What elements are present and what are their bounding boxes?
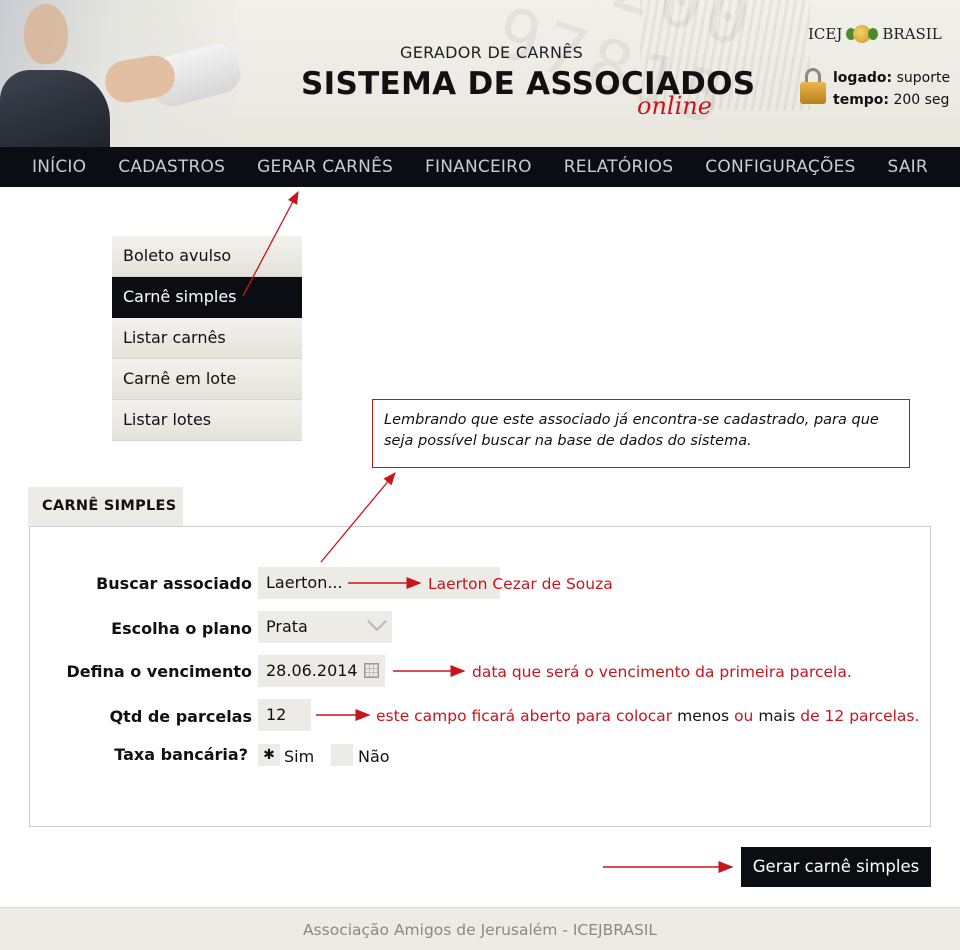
- installments-annotation: este campo ficará aberto para colocar me…: [376, 707, 919, 725]
- submenu-item-listar-carnes[interactable]: Listar carnês: [112, 318, 302, 359]
- session-info: logado: suporte tempo: 200 seg: [833, 67, 950, 111]
- chevron-down-icon: [367, 611, 387, 632]
- nav-item-configuracoes[interactable]: CONFIGURAÇÕES: [705, 157, 855, 177]
- footer: Associação Amigos de Jerusalém - ICEJBRA…: [0, 907, 960, 950]
- generate-carne-button[interactable]: Gerar carnê simples: [741, 847, 931, 887]
- due-date-annotation: data que será o vencimento da primeira p…: [472, 663, 852, 681]
- submenu-item-carne-em-lote[interactable]: Carnê em lote: [112, 359, 302, 400]
- nav-item-cadastros[interactable]: CADASTROS: [118, 157, 225, 177]
- app-subtitle: GERADOR DE CARNÊS: [400, 43, 584, 62]
- submenu: Boleto avulso Carnê simples Listar carnê…: [112, 236, 302, 441]
- nav-item-gerar-carnes[interactable]: GERAR CARNÊS: [257, 157, 393, 177]
- search-label: Buscar associado: [96, 574, 252, 593]
- nav-item-relatorios[interactable]: RELATÓRIOS: [564, 157, 674, 177]
- user-value: suporte: [896, 70, 951, 86]
- brand-logo[interactable]: ICEJ BRASIL: [808, 22, 942, 46]
- plan-select[interactable]: Prata: [258, 611, 392, 643]
- search-annotation: Laerton Cezar de Souza: [428, 575, 613, 593]
- submenu-item-carne-simples[interactable]: Carnê simples: [112, 277, 302, 318]
- nav-item-financeiro[interactable]: FINANCEIRO: [425, 157, 532, 177]
- due-date-input[interactable]: 28.06.2014: [258, 655, 385, 687]
- bank-fee-nao-label: Não: [358, 747, 390, 766]
- plan-select-value: Prata: [266, 617, 308, 636]
- installments-annotation-part-4: mais: [758, 707, 796, 725]
- main-nav: INÍCIO CADASTROS GERAR CARNÊS FINANCEIRO…: [0, 147, 960, 187]
- bank-fee-sim-radio[interactable]: ✱: [258, 744, 280, 766]
- installments-annotation-part-3: ou: [734, 707, 754, 725]
- annotation-note-box: Lembrando que este associado já encontra…: [372, 399, 910, 468]
- installments-input[interactable]: 12: [258, 699, 311, 731]
- installments-label: Qtd de parcelas: [109, 707, 252, 726]
- submenu-item-boleto-avulso[interactable]: Boleto avulso: [112, 236, 302, 277]
- due-date-value: 28.06.2014: [266, 661, 358, 680]
- user-label: logado:: [833, 70, 893, 86]
- time-label: tempo:: [833, 92, 890, 108]
- lock-icon: [800, 68, 826, 104]
- plan-label: Escolha o plano: [111, 619, 252, 638]
- header: 21200 97815 GERADOR DE CARNÊS SISTEMA DE…: [0, 0, 960, 147]
- time-value: 200 seg: [893, 92, 950, 108]
- installments-annotation-part-1: este campo ficará aberto para colocar: [376, 707, 673, 725]
- installments-annotation-part-5: de 12 parcelas.: [800, 707, 920, 725]
- calendar-icon[interactable]: [364, 663, 379, 678]
- installments-annotation-part-2: menos: [677, 707, 730, 725]
- nav-item-inicio[interactable]: INÍCIO: [32, 157, 86, 177]
- tab-carne-simples[interactable]: CARNÊ SIMPLES: [28, 487, 183, 526]
- brand-left-text: ICEJ: [808, 25, 843, 43]
- submenu-item-listar-lotes[interactable]: Listar lotes: [112, 400, 302, 441]
- due-date-label: Defina o vencimento: [66, 662, 252, 681]
- bank-fee-label: Taxa bancária?: [114, 745, 248, 764]
- bank-fee-nao-radio[interactable]: [331, 744, 353, 766]
- nav-item-sair[interactable]: SAIR: [888, 157, 928, 177]
- brand-right-text: BRASIL: [882, 25, 942, 43]
- app-title-accent: online: [637, 92, 712, 120]
- bank-fee-sim-label: Sim: [284, 747, 315, 766]
- hero-handshake-image: [0, 0, 245, 147]
- globe-icon: [846, 22, 879, 46]
